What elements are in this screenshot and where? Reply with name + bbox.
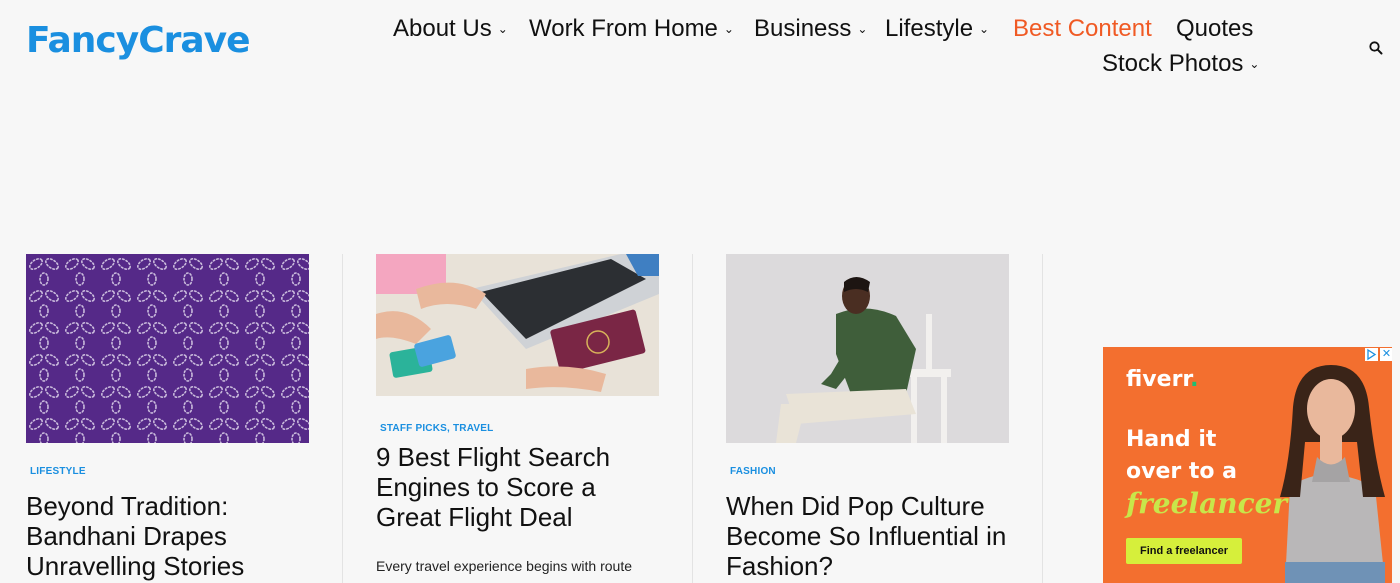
chevron-down-icon: ⌄ (1249, 57, 1260, 71)
nav-item-label: About Us (393, 15, 492, 42)
nav-item-best-content[interactable]: Best Content (1013, 15, 1152, 43)
ad-portrait-image (1280, 365, 1385, 583)
post-title[interactable]: 9 Best Flight Search Engines to Score a … (376, 442, 659, 532)
nav-item-label: Stock Photos (1102, 50, 1244, 77)
post-excerpt: Every travel experience begins with rout… (376, 558, 633, 574)
nav-item-label: Work From Home (529, 15, 718, 42)
nav-item-label: Business (754, 15, 852, 42)
find-freelancer-button[interactable]: Find a freelancer (1126, 538, 1242, 564)
nav-item-lifestyle[interactable]: Lifestyle ⌄ (885, 15, 989, 43)
post-card[interactable]: STAFF PICKS, TRAVEL 9 Best Flight Search… (376, 254, 659, 574)
post-category[interactable]: FASHION (730, 466, 1009, 477)
nav-item-stock-photos[interactable]: Stock Photos ⌄ (1102, 50, 1259, 78)
nav-item-label: Lifestyle (885, 15, 974, 42)
column-divider (1042, 254, 1043, 583)
post-category[interactable]: STAFF PICKS, TRAVEL (380, 423, 659, 434)
nav-item-about-us[interactable]: About Us ⌄ (393, 15, 508, 43)
nav-item-quotes[interactable]: Quotes (1176, 15, 1253, 43)
post-thumbnail-bandhani[interactable] (26, 254, 309, 443)
post-thumbnail-flight[interactable] (376, 254, 659, 396)
nav-item-label: Best Content (1013, 15, 1152, 42)
close-icon[interactable]: ✕ (1380, 348, 1392, 361)
post-thumbnail-fashion[interactable] (726, 254, 1009, 443)
post-card[interactable]: FASHION When Did Pop Culture Become So I… (726, 254, 1009, 581)
column-divider (692, 254, 693, 583)
chevron-down-icon: ⌄ (497, 22, 508, 36)
post-category[interactable]: LIFESTYLE (30, 466, 309, 477)
post-card[interactable]: LIFESTYLE Beyond Tradition: Bandhani Dra… (26, 254, 309, 581)
fiverr-ad[interactable]: fiverr. Hand it over to a freelancer Fin… (1103, 347, 1392, 583)
nav-item-label: Quotes (1176, 15, 1254, 42)
column-divider (342, 254, 343, 583)
ad-headline-line3: freelancer (1126, 487, 1288, 520)
nav-item-business[interactable]: Business ⌄ (754, 15, 867, 43)
ad-headline-line2: over to a (1126, 459, 1238, 484)
post-title[interactable]: Beyond Tradition: Bandhani Drapes Unrave… (26, 491, 309, 581)
chevron-down-icon: ⌄ (857, 22, 868, 36)
site-logo[interactable]: FancyCrave (26, 20, 251, 61)
chevron-down-icon: ⌄ (979, 22, 990, 36)
adchoices-icon[interactable] (1365, 348, 1378, 361)
chevron-down-icon: ⌄ (723, 22, 734, 36)
ad-headline-line1: Hand it (1126, 427, 1217, 452)
nav-item-work-from-home[interactable]: Work From Home ⌄ (529, 15, 734, 43)
post-title[interactable]: When Did Pop Culture Become So Influenti… (726, 491, 1009, 581)
fiverr-logo: fiverr. (1126, 367, 1199, 392)
search-icon[interactable] (1369, 41, 1383, 55)
